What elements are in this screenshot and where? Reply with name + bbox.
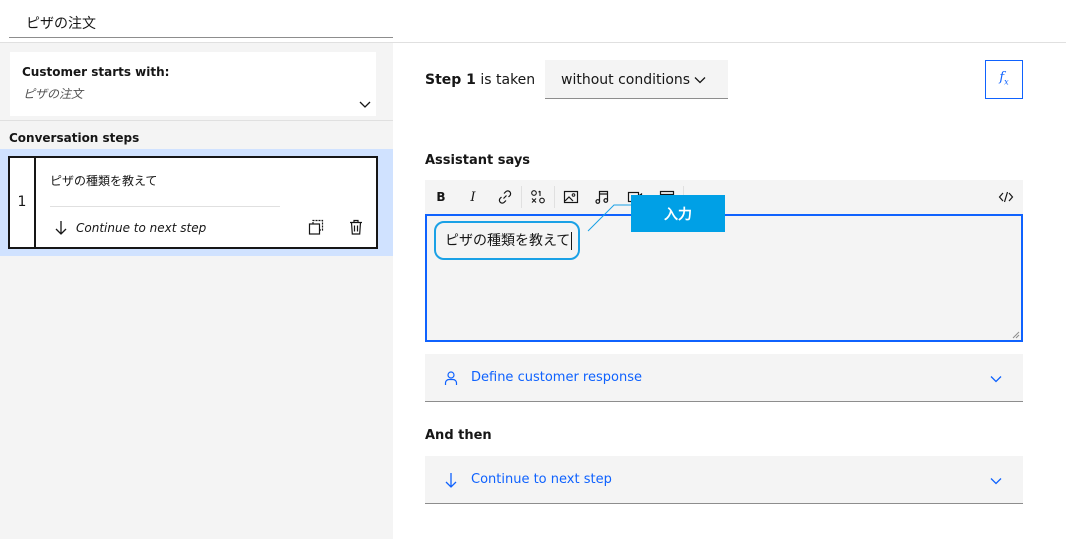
define-customer-response-label: Define customer response	[471, 370, 642, 385]
code-view-button[interactable]	[991, 180, 1021, 214]
chevron-down-icon	[693, 73, 707, 87]
customer-starts-card[interactable]: Customer starts with: ピザの注文	[10, 52, 376, 116]
step-card[interactable]: 1 ピザの種類を教えて Continue to next step	[8, 156, 378, 249]
is-taken-text: is taken	[475, 72, 536, 88]
callout-label: 入力	[631, 195, 725, 232]
variable-button[interactable]	[523, 180, 553, 214]
image-button[interactable]	[556, 180, 586, 214]
chevron-down-icon	[989, 474, 1003, 488]
italic-icon: I	[470, 189, 476, 205]
and-then-accordion[interactable]: Continue to next step	[425, 456, 1023, 504]
arrow-down-icon	[443, 472, 459, 488]
toolbar-divider	[521, 186, 522, 208]
callout-highlight-ring	[434, 221, 580, 260]
condition-dropdown-value: without conditions	[561, 72, 691, 88]
chevron-down-icon	[989, 372, 1003, 386]
music-note-icon	[594, 189, 610, 205]
assistant-says-heading: Assistant says	[425, 153, 531, 168]
title-bar: ピザの注文	[0, 0, 1066, 43]
link-button[interactable]	[490, 180, 520, 214]
duplicate-icon[interactable]	[308, 219, 324, 235]
variable-icon	[530, 189, 546, 205]
and-then-label: Continue to next step	[471, 472, 612, 487]
action-title-input[interactable]: ピザの注文	[9, 4, 393, 38]
divider	[0, 120, 393, 121]
and-then-heading: And then	[425, 428, 492, 443]
function-icon-sub: x	[1004, 77, 1009, 87]
italic-button[interactable]: I	[458, 180, 488, 214]
define-customer-response-accordion[interactable]: Define customer response	[425, 354, 1023, 402]
image-icon	[563, 189, 579, 205]
condition-dropdown[interactable]: without conditions	[545, 60, 728, 99]
arrow-down-icon	[54, 220, 68, 236]
step-number: 1	[10, 158, 36, 247]
chevron-down-icon[interactable]	[358, 97, 372, 111]
customer-starts-label: Customer starts with:	[22, 65, 170, 79]
resize-handle-icon[interactable]	[1012, 331, 1020, 339]
divider	[50, 206, 280, 207]
step-text: ピザの種類を教えて	[50, 174, 158, 188]
step-word: Step 1	[425, 72, 476, 88]
toolbar-divider	[554, 186, 555, 208]
conversation-steps-heading: Conversation steps	[9, 131, 140, 145]
function-button[interactable]: fx	[985, 60, 1023, 99]
step-condition-text: Step 1 is taken	[425, 72, 535, 88]
left-panel: Customer starts with: ピザの注文 Conversation…	[0, 43, 393, 539]
bold-button[interactable]: B	[426, 180, 456, 214]
link-icon	[497, 189, 513, 205]
step-next-label: Continue to next step	[76, 221, 207, 235]
code-icon	[998, 189, 1014, 205]
user-icon	[443, 370, 459, 386]
customer-starts-value: ピザの注文	[23, 87, 84, 101]
audio-button[interactable]	[587, 180, 617, 214]
trash-icon[interactable]	[348, 219, 364, 235]
bold-icon: B	[436, 190, 446, 204]
